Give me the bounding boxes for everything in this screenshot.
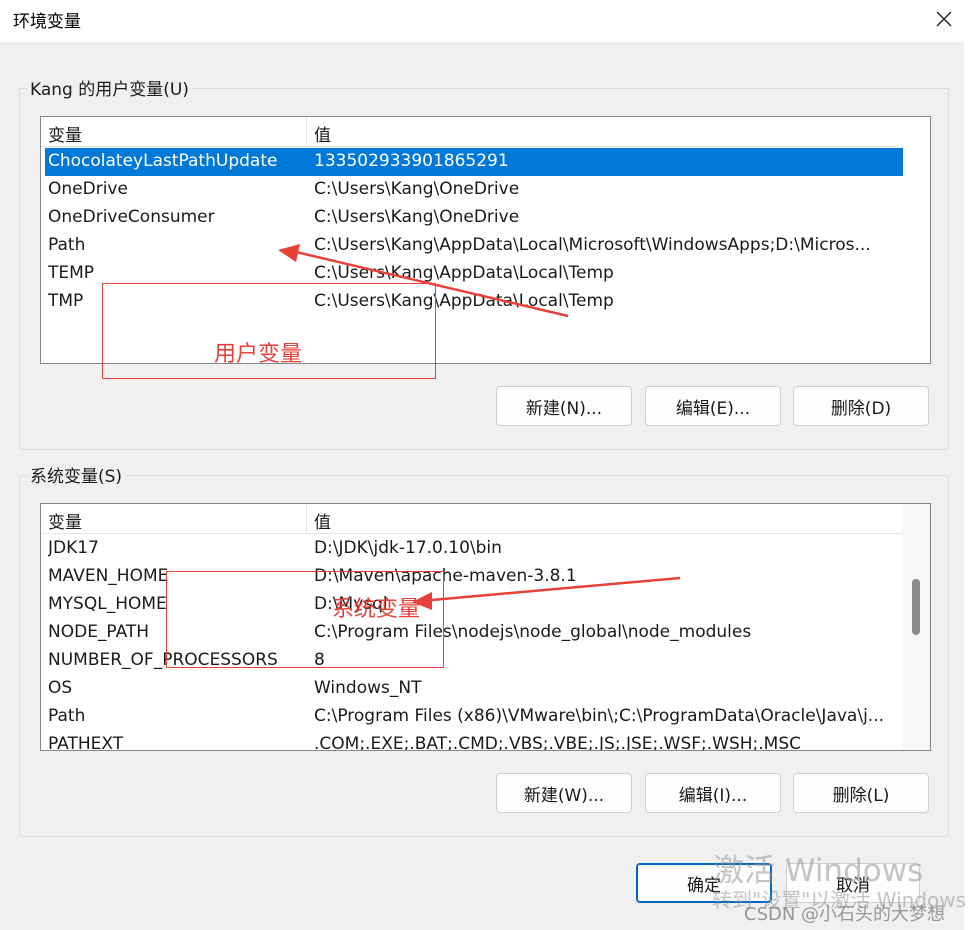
column-header-variable[interactable]: 变量	[48, 508, 82, 533]
row-variable: OS	[48, 678, 73, 698]
system-variables-group: 系统变量(S) 变量 值 JDK17 D:\JDK\jdk-17.0.10\bi…	[19, 462, 949, 837]
list-header: 变量 值	[41, 117, 903, 147]
system-edit-button[interactable]: 编辑(I)...	[645, 773, 781, 813]
column-header-variable[interactable]: 变量	[48, 121, 82, 146]
user-delete-button[interactable]: 删除(D)	[793, 386, 929, 426]
table-row[interactable]: PATHEXT .COM;.EXE;.BAT;.CMD;.VBS;.VBE;.J…	[45, 731, 903, 751]
user-edit-button[interactable]: 编辑(E)...	[645, 386, 781, 426]
row-variable: PATHEXT	[48, 734, 124, 751]
row-variable: Path	[48, 706, 86, 726]
row-variable: OneDriveConsumer	[48, 207, 215, 227]
system-delete-button[interactable]: 删除(L)	[793, 773, 929, 813]
table-row[interactable]: OS Windows_NT	[45, 675, 903, 703]
row-variable: Path	[48, 235, 86, 255]
table-row[interactable]: OneDrive C:\Users\Kang\OneDrive	[45, 176, 903, 204]
table-row[interactable]: OneDriveConsumer C:\Users\Kang\OneDrive	[45, 204, 903, 232]
row-value: 133502933901865291	[314, 151, 509, 171]
user-new-button[interactable]: 新建(N)...	[496, 386, 632, 426]
window-edge	[964, 42, 971, 930]
csdn-watermark: CSDN @小石头的大梦想	[744, 904, 946, 925]
user-variables-legend: Kang 的用户变量(U)	[27, 75, 192, 100]
user-variables-group: Kang 的用户变量(U) 变量 值 ChocolateyLastPathUpd…	[19, 75, 949, 450]
column-header-value[interactable]: 值	[314, 508, 331, 533]
title-bar: 环境变量	[0, 0, 971, 42]
close-button[interactable]	[917, 0, 971, 38]
row-variable: JDK17	[48, 538, 99, 558]
row-variable: TEMP	[48, 263, 95, 283]
vertical-scrollbar[interactable]	[902, 504, 930, 750]
table-row[interactable]: Path C:\Users\Kang\AppData\Local\Microso…	[45, 232, 903, 260]
window-title: 环境变量	[13, 12, 81, 32]
scrollbar-thumb[interactable]	[912, 579, 920, 635]
close-icon	[936, 11, 952, 27]
row-value: Windows_NT	[314, 678, 422, 698]
row-value: C:\Users\Kang\OneDrive	[314, 207, 520, 227]
row-value: C:\Program Files (x86)\VMware\bin\;C:\Pr…	[314, 706, 884, 726]
row-value: .COM;.EXE;.BAT;.CMD;.VBS;.VBE;.JS;.JSE;.…	[314, 734, 802, 751]
system-variables-legend: 系统变量(S)	[27, 462, 126, 487]
row-variable: ChocolateyLastPathUpdate	[48, 151, 278, 171]
row-value: D:\JDK\jdk-17.0.10\bin	[314, 538, 502, 558]
row-value: C:\Users\Kang\AppData\Local\Temp	[314, 263, 614, 283]
table-row[interactable]: JDK17 D:\JDK\jdk-17.0.10\bin	[45, 535, 903, 563]
column-divider[interactable]	[306, 117, 307, 147]
row-value: C:\Users\Kang\AppData\Local\Microsoft\Wi…	[314, 235, 871, 255]
column-divider[interactable]	[306, 504, 307, 534]
system-new-button[interactable]: 新建(W)...	[496, 773, 632, 813]
list-header: 变量 值	[41, 504, 903, 534]
row-variable: OneDrive	[48, 179, 128, 199]
row-value: C:\Users\Kang\OneDrive	[314, 179, 520, 199]
table-row[interactable]: ChocolateyLastPathUpdate 133502933901865…	[45, 148, 903, 176]
user-annotation-label: 用户变量	[214, 342, 303, 367]
table-row[interactable]: Path C:\Program Files (x86)\VMware\bin\;…	[45, 703, 903, 731]
system-annotation-label: 系统变量	[332, 597, 421, 622]
column-header-value[interactable]: 值	[314, 121, 331, 146]
